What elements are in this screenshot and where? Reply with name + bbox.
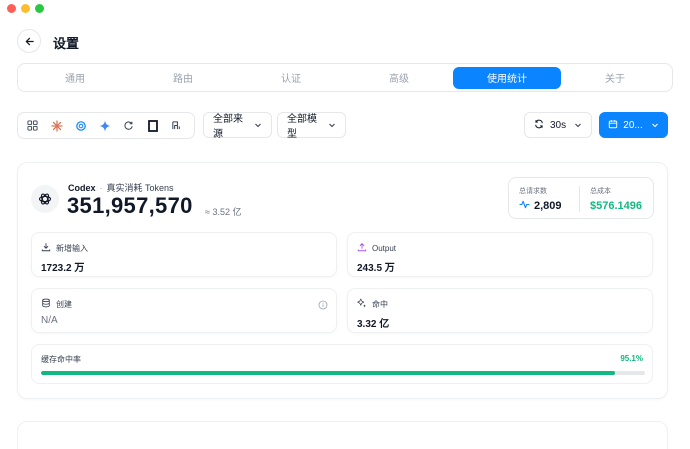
tab-usage-stats[interactable]: 使用统计 — [453, 66, 561, 89]
upload-icon — [357, 242, 367, 254]
summary-divider — [579, 186, 580, 212]
arrow-left-icon — [25, 37, 34, 45]
summary-box: 总请求数 2,809 总成本 $576.1496 — [508, 177, 654, 219]
create-metric-card: 创建 N/A — [31, 288, 337, 333]
cost-label: 总成本 — [590, 188, 611, 195]
input-metric-card: 新增输入 1723.2 万 — [31, 232, 337, 277]
app-subtitle: 真实消耗 Tokens — [106, 183, 174, 193]
output-label: Output — [372, 243, 397, 253]
usage-stats-card: Codex · 真实消耗 Tokens 351,957,570 ≈ 3.52 亿 总… — [17, 162, 668, 399]
filter-toolbar: 全部来源 全部模型 30s 20... — [17, 112, 673, 140]
input-label: 新增输入 — [56, 243, 88, 253]
input-value: 1723.2 万 — [41, 263, 85, 274]
create-value: N/A — [41, 315, 58, 326]
model-select-value: 全部模型 — [287, 114, 317, 140]
chevron-down-icon — [254, 121, 262, 129]
close-window-button[interactable] — [7, 4, 16, 13]
create-label: 创建 — [56, 299, 72, 309]
tab-routing[interactable]: 路由 — [129, 67, 237, 89]
refresh-icon — [534, 119, 544, 132]
hit-label: 命中 — [372, 299, 388, 309]
tab-auth[interactable]: 认证 — [237, 67, 345, 89]
hit-value: 3.32 亿 — [357, 319, 390, 330]
requests-value: 2,809 — [534, 200, 562, 212]
chevron-down-icon — [328, 121, 336, 129]
chevron-down-icon — [651, 121, 659, 129]
cache-hit-progress-track — [41, 371, 645, 375]
output-metric-card: Output 243.5 万 — [347, 232, 653, 277]
hit-metric-card: 命中 3.32 亿 — [347, 288, 653, 333]
refresh-interval-select[interactable]: 30s — [524, 112, 592, 138]
settings-tabs: 通用 路由 认证 高级 使用统计 关于 — [17, 63, 673, 92]
cache-hit-rate-label: 缓存命中率 — [41, 355, 81, 364]
database-icon — [41, 298, 51, 310]
chevron-down-icon — [574, 121, 582, 129]
grid-icon[interactable] — [22, 116, 43, 136]
window-titlebar — [0, 0, 690, 18]
refresh-ring-icon[interactable] — [118, 116, 139, 136]
openai-icon[interactable] — [70, 116, 91, 136]
info-icon[interactable] — [318, 297, 328, 315]
date-range-button[interactable]: 20... — [599, 112, 668, 138]
minimize-window-button[interactable] — [21, 4, 30, 13]
back-button[interactable] — [17, 29, 41, 53]
sparkle-icon — [357, 298, 367, 310]
cache-hit-rate-value: 95.1% — [620, 354, 643, 363]
tab-about[interactable]: 关于 — [561, 67, 669, 89]
pi-icon[interactable] — [166, 116, 187, 136]
codex-logo-icon — [31, 185, 59, 213]
calendar-icon — [608, 119, 618, 132]
secondary-card — [17, 421, 668, 449]
cache-hit-progress-fill — [41, 371, 616, 375]
page-title: 设置 — [53, 36, 80, 51]
tab-advanced[interactable]: 高级 — [345, 67, 453, 89]
claude-icon[interactable] — [46, 116, 67, 136]
requests-value-row: 2,809 — [519, 200, 562, 212]
source-select-value: 全部来源 — [213, 114, 243, 140]
cache-hit-rate-card: 缓存命中率 95.1% — [31, 344, 653, 384]
zoom-window-button[interactable] — [35, 4, 44, 13]
source-icon-group — [17, 112, 195, 139]
cost-summary: 总成本 $576.1496 — [590, 186, 642, 212]
model-select[interactable]: 全部模型 — [277, 112, 346, 140]
total-tokens-approx: ≈ 3.52 亿 — [205, 207, 242, 217]
total-tokens-value: 351,957,570 — [67, 193, 193, 218]
refresh-interval-value: 30s — [550, 119, 567, 131]
cost-value: $576.1496 — [590, 200, 642, 212]
source-select[interactable]: 全部来源 — [203, 112, 272, 140]
download-icon — [41, 242, 51, 254]
activity-icon — [519, 200, 530, 212]
gemini-icon[interactable] — [94, 116, 115, 136]
requests-label: 总请求数 — [519, 188, 547, 195]
app-name: Codex — [68, 183, 96, 193]
requests-summary: 总请求数 2,809 — [519, 186, 562, 212]
tab-general[interactable]: 通用 — [21, 67, 129, 89]
date-range-value: 20... — [623, 119, 643, 131]
square-logo-icon[interactable] — [142, 116, 163, 136]
output-value: 243.5 万 — [357, 263, 395, 274]
